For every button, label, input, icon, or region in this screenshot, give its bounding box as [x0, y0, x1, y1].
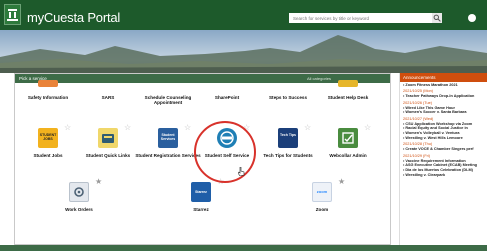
- banner-image: [0, 30, 487, 73]
- announcements-panel: Announcements • Zoom Fitness Marathon 20…: [399, 73, 487, 245]
- announcements-list: • Zoom Fitness Marathon 2021 2021/10/25 …: [400, 82, 487, 179]
- helpdesk-icon: [338, 80, 358, 87]
- work-orders-icon: [69, 182, 89, 202]
- category-filter[interactable]: All categories: [307, 74, 331, 83]
- registration-icon: Student Services: [158, 128, 178, 148]
- tile-label: Webcollar Admin: [329, 153, 367, 158]
- registration-icon-text: Student Services: [160, 133, 176, 141]
- services-heading: Pick a service All categories: [15, 74, 390, 83]
- favorite-star-icon[interactable]: ☆: [364, 124, 371, 132]
- college-logo[interactable]: [4, 4, 21, 25]
- webcollar-icon: [338, 128, 358, 148]
- safety-icon: [38, 80, 58, 87]
- starrez-icon: Starrez: [191, 182, 211, 202]
- search-icon[interactable]: [432, 13, 442, 23]
- zoom-icon: zoom: [312, 182, 332, 202]
- favorite-star-icon[interactable]: ☆: [64, 124, 71, 132]
- favorite-star-icon[interactable]: ☆: [184, 124, 191, 132]
- favorite-star-icon[interactable]: ☆: [304, 124, 311, 132]
- portal-title: myCuesta Portal: [27, 10, 121, 25]
- top-header: myCuesta Portal: [0, 0, 487, 30]
- announcement-item[interactable]: • Create VOCE & Chamber Singers perf: [403, 147, 484, 152]
- announcement-item[interactable]: • Wrestling v. Clearpark: [403, 173, 484, 178]
- tile-label: Starrez: [193, 207, 209, 212]
- student-jobs-icon-text: STUDENT JOBS: [39, 133, 57, 141]
- quick-links-icon: [98, 128, 118, 148]
- tech-tips-icon: Tech Tips: [278, 128, 298, 148]
- announcement-item[interactable]: • Teacher Pathways Drop-In Application: [403, 94, 484, 99]
- tech-tips-icon-text: Tech Tips: [279, 133, 296, 137]
- announcement-item[interactable]: • Wrestling v. West Hills Lemoore: [403, 136, 484, 141]
- announcement-item[interactable]: • Women's Soccer v. Santa Barbara: [403, 110, 484, 115]
- tile-label: Zoom: [315, 207, 329, 212]
- tile-label: Work Orders: [65, 207, 93, 212]
- announcements-heading: Announcements: [400, 73, 487, 82]
- tile-label: SharePoint: [214, 95, 240, 100]
- user-avatar-icon[interactable]: [468, 14, 476, 22]
- zoom-icon-text: zoom: [316, 189, 328, 194]
- hand-cursor-icon: [237, 163, 245, 177]
- student-jobs-icon: STUDENT JOBS: [38, 128, 58, 148]
- starrez-icon-text: Starrez: [195, 190, 207, 194]
- footer-bar: [0, 245, 487, 251]
- search-input[interactable]: [289, 13, 432, 23]
- favorite-star-icon[interactable]: ☆: [124, 124, 131, 132]
- announcement-item[interactable]: • Zoom Fitness Marathon 2021: [403, 83, 484, 88]
- favorite-star-filled-icon[interactable]: ★: [338, 178, 345, 186]
- tile-label: Student Help Desk: [327, 95, 369, 100]
- favorite-star-filled-icon[interactable]: ★: [95, 178, 102, 186]
- highlight-circle: [194, 121, 256, 183]
